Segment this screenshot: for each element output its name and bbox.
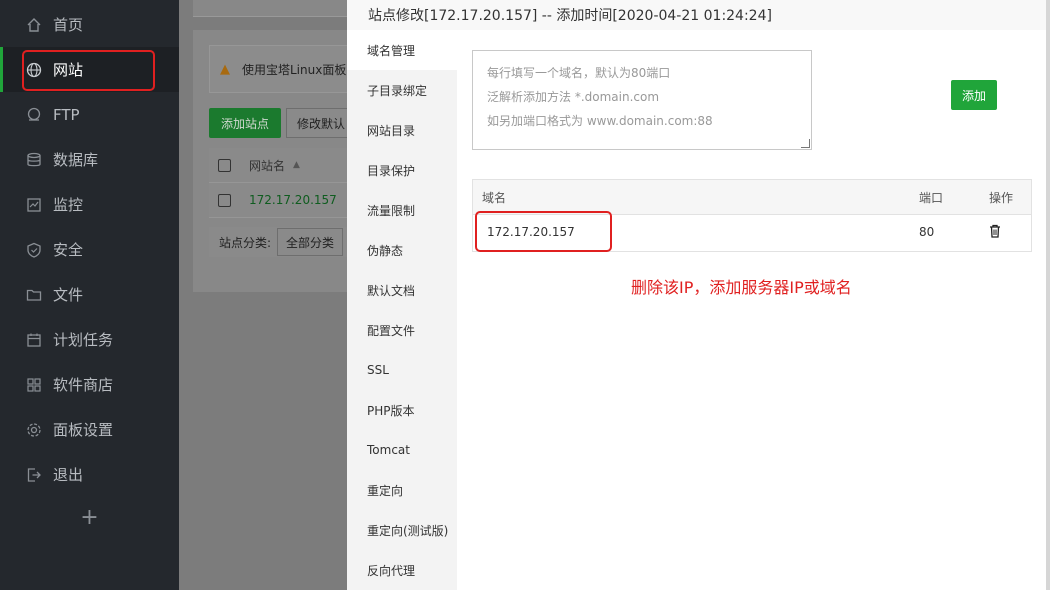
modal-tabs: 域名管理 子目录绑定 网站目录 目录保护 流量限制 伪静态 默认文档 配置文件 … xyxy=(347,30,457,590)
nav-label: 首页 xyxy=(53,16,84,34)
table-header: 域名 端口 操作 xyxy=(473,180,1031,215)
logout-icon xyxy=(26,467,42,483)
nav-label: 面板设置 xyxy=(53,421,114,439)
col-domain: 域名 xyxy=(482,190,507,205)
shield-icon xyxy=(26,242,42,258)
warning-text: 使用宝塔Linux面板 xyxy=(242,62,347,77)
row-checkbox[interactable] xyxy=(218,193,231,207)
highlight-box-website xyxy=(22,50,155,91)
active-indicator xyxy=(0,47,3,92)
tab-php[interactable]: PHP版本 xyxy=(347,390,457,430)
nav-label: 数据库 xyxy=(53,151,99,169)
nav-label: FTP xyxy=(53,105,80,124)
domain-textarea[interactable]: 每行填写一个域名，默认为80端口 泛解析添加方法 *.domain.com 如另… xyxy=(472,50,812,150)
tab-redirect-beta[interactable]: 重定向(测试版) xyxy=(347,510,457,550)
col-action: 操作 xyxy=(989,190,1014,205)
add-domain-button[interactable]: 添加 xyxy=(951,80,997,110)
col-site-name[interactable]: 网站名 xyxy=(249,157,285,174)
nav-item-logout[interactable]: 退出 xyxy=(0,452,179,497)
home-icon xyxy=(26,17,42,33)
select-all-checkbox[interactable] xyxy=(218,158,231,172)
tab-redirect[interactable]: 重定向 xyxy=(347,470,457,510)
tab-traffic[interactable]: 流量限制 xyxy=(347,190,457,230)
ftp-icon xyxy=(26,107,42,123)
add-site-button[interactable]: 添加站点 xyxy=(209,108,281,138)
highlight-box-ip xyxy=(475,211,612,252)
nav-item-home[interactable]: 首页 xyxy=(0,2,179,47)
nav-item-store[interactable]: 软件商店 xyxy=(0,362,179,407)
category-select[interactable]: 全部分类 xyxy=(277,228,344,256)
nav-label: 安全 xyxy=(53,241,84,259)
site-table: 网站名 ▲ 172.17.20.157 xyxy=(209,148,359,218)
nav-label: 监控 xyxy=(53,196,84,214)
tab-rewrite[interactable]: 伪静态 xyxy=(347,230,457,270)
tab-default-doc[interactable]: 默认文档 xyxy=(347,270,457,310)
warning-icon: ▲ xyxy=(220,61,230,77)
site-link[interactable]: 172.17.20.157 xyxy=(249,193,337,207)
tab-reverse-proxy[interactable]: 反向代理 xyxy=(347,550,457,590)
trash-icon[interactable] xyxy=(989,224,1001,238)
tab-tomcat[interactable]: Tomcat xyxy=(347,430,457,470)
port-cell: 80 xyxy=(919,225,935,239)
tab-domain[interactable]: 域名管理 xyxy=(347,30,457,70)
database-icon xyxy=(26,152,42,168)
window-edge xyxy=(1046,0,1050,590)
nav-label: 软件商店 xyxy=(53,376,114,394)
placeholder-line: 泛解析添加方法 *.domain.com xyxy=(487,90,660,104)
col-port: 端口 xyxy=(919,190,944,205)
tab-dir-protect[interactable]: 目录保护 xyxy=(347,150,457,190)
table-row: 172.17.20.157 xyxy=(209,183,359,218)
category-filter: 站点分类: 全部分类 xyxy=(209,227,359,257)
sort-up-icon[interactable]: ▲ xyxy=(293,160,300,170)
folder-icon xyxy=(26,287,42,303)
nav-label: 计划任务 xyxy=(53,331,114,349)
tab-ssl[interactable]: SSL xyxy=(347,350,457,390)
site-edit-modal: 站点修改[172.17.20.157] -- 添加时间[2020-04-21 0… xyxy=(347,0,1050,590)
tab-subdir[interactable]: 子目录绑定 xyxy=(347,70,457,110)
apps-icon xyxy=(26,377,42,393)
placeholder-line: 如另加端口格式为 www.domain.com:88 xyxy=(487,114,713,128)
modal-title: 站点修改[172.17.20.157] -- 添加时间[2020-04-21 0… xyxy=(347,0,1050,30)
nav-label: 退出 xyxy=(53,466,84,484)
nav-item-settings[interactable]: 面板设置 xyxy=(0,407,179,452)
category-label: 站点分类: xyxy=(219,235,272,250)
nav-item-monitor[interactable]: 监控 xyxy=(0,182,179,227)
calendar-icon xyxy=(26,332,42,348)
nav-label: 文件 xyxy=(53,286,84,304)
gear-icon xyxy=(26,422,42,438)
nav-item-ftp[interactable]: FTP xyxy=(0,92,179,137)
monitor-icon xyxy=(26,197,42,213)
placeholder-line: 每行填写一个域名，默认为80端口 xyxy=(487,66,671,80)
nav-item-database[interactable]: 数据库 xyxy=(0,137,179,182)
nav-item-files[interactable]: 文件 xyxy=(0,272,179,317)
resize-handle[interactable] xyxy=(801,139,810,148)
nav-item-cron[interactable]: 计划任务 xyxy=(0,317,179,362)
add-shortcut-button[interactable]: + xyxy=(0,505,179,530)
nav-item-security[interactable]: 安全 xyxy=(0,227,179,272)
tab-site-dir[interactable]: 网站目录 xyxy=(347,110,457,150)
tab-config[interactable]: 配置文件 xyxy=(347,310,457,350)
annotation-text: 删除该IP，添加服务器IP或域名 xyxy=(631,278,852,297)
table-header: 网站名 ▲ xyxy=(209,148,359,183)
